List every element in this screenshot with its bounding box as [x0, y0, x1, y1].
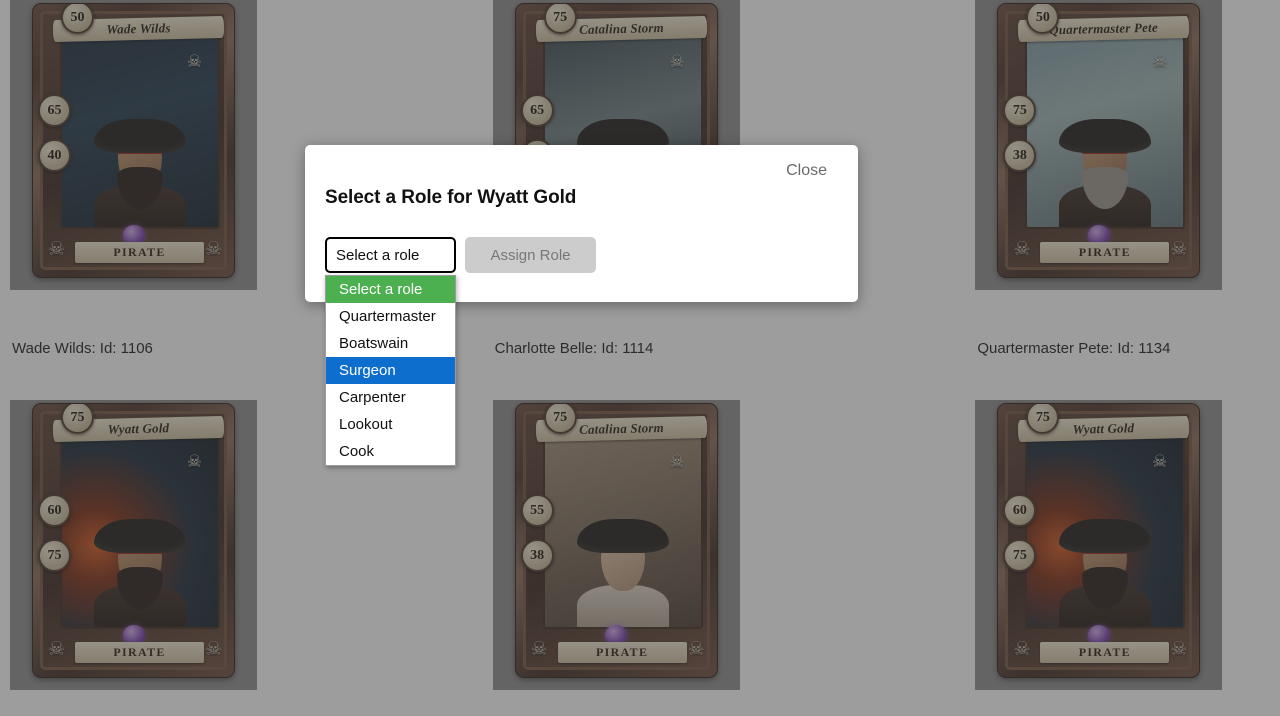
modal-title: Select a Role for Wyatt Gold	[325, 187, 577, 208]
role-dropdown-list[interactable]: Select a role Quartermaster Boatswain Surge…	[325, 275, 456, 466]
dropdown-option[interactable]: Select a role	[326, 276, 455, 303]
role-select-value: Select a role	[336, 246, 420, 264]
role-select[interactable]: Select a role	[325, 237, 456, 273]
close-button[interactable]: Close	[782, 159, 831, 183]
dropdown-option[interactable]: Quartermaster	[326, 303, 455, 330]
dropdown-option[interactable]: Surgeon	[326, 357, 455, 384]
modal-controls: Select a role Assign Role	[325, 237, 596, 273]
modal-overlay[interactable]	[0, 0, 1280, 716]
dropdown-option[interactable]: Carpenter	[326, 384, 455, 411]
dropdown-option[interactable]: Boatswain	[326, 330, 455, 357]
dropdown-option[interactable]: Cook	[326, 438, 455, 465]
assign-role-button[interactable]: Assign Role	[465, 237, 596, 273]
dropdown-option[interactable]: Lookout	[326, 411, 455, 438]
